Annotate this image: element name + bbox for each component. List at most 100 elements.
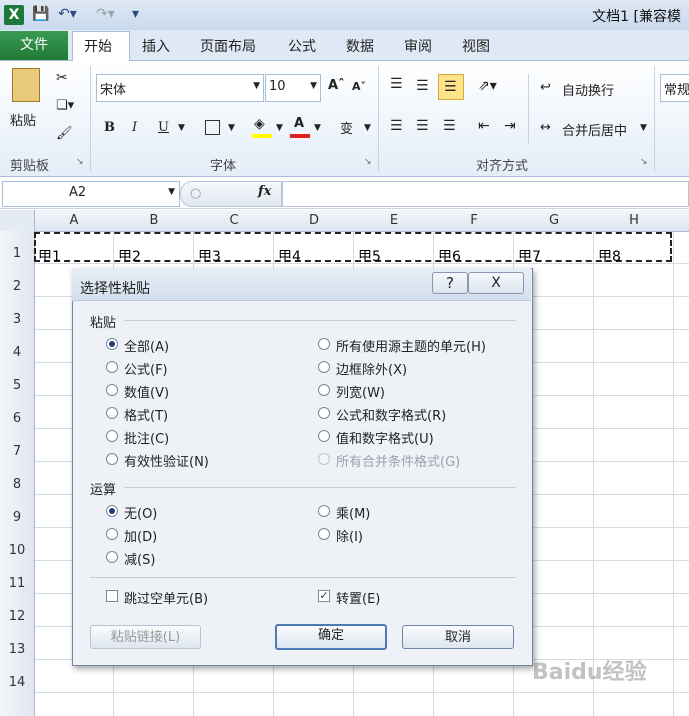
decrease-indent-icon[interactable]: ⇤ [478,118,490,134]
chevron-down-icon[interactable]: ▼ [178,123,185,133]
chevron-down-icon[interactable]: ▼ [364,123,371,133]
option-comments-label[interactable]: 批注(C) [124,428,169,447]
column-header-b[interactable]: B [114,213,194,228]
radio-formulas-number-formats[interactable] [318,407,330,419]
row-header-12[interactable]: 12 [0,609,34,624]
font-size-box[interactable]: 10 ▼ [265,74,321,102]
row-header-10[interactable]: 10 [0,543,34,558]
option-op-multiply-label[interactable]: 乘(M) [336,503,370,522]
cancel-button[interactable]: 取消 [402,625,514,649]
clipboard-dialog-launcher-icon[interactable]: ↘ [76,157,84,167]
option-op-add-label[interactable]: 加(D) [124,526,157,545]
radio-op-none[interactable] [106,505,118,517]
align-right-icon[interactable]: ☰ [443,118,456,134]
tab-data[interactable]: 数据 [346,36,374,56]
column-header-e[interactable]: E [354,213,434,228]
radio-all[interactable] [106,338,118,350]
option-op-subtract-label[interactable]: 减(S) [124,549,155,568]
chevron-down-icon[interactable]: ▼ [168,187,175,197]
fill-color-icon[interactable]: ◈ [254,116,265,132]
radio-column-widths[interactable] [318,384,330,396]
align-left-icon[interactable]: ☰ [390,118,403,134]
insert-function-icon[interactable]: fx [258,184,271,199]
ok-button[interactable]: 确定 [275,624,387,650]
radio-op-divide[interactable] [318,528,330,540]
tab-view[interactable]: 视图 [462,36,490,56]
border-icon[interactable] [205,120,220,135]
option-column-widths-label[interactable]: 列宽(W) [336,382,385,401]
alignment-dialog-launcher-icon[interactable]: ↘ [640,157,648,167]
tab-insert[interactable]: 插入 [142,36,170,56]
column-header-d[interactable]: D [274,213,354,228]
skip-blanks-label[interactable]: 跳过空单元(B) [124,588,208,607]
undo-icon[interactable]: ↶▾ [58,6,77,22]
row-header-1[interactable]: 1 [0,246,34,261]
option-except-borders-label[interactable]: 边框除外(X) [336,359,407,378]
radio-validation[interactable] [106,453,118,465]
tab-file[interactable]: 文件 [0,31,68,60]
cell-c1[interactable]: 甲3 [198,246,221,266]
row-header-13[interactable]: 13 [0,642,34,657]
increase-indent-icon[interactable]: ⇥ [504,118,516,134]
redo-icon[interactable]: ↷▾ [96,6,115,22]
chevron-down-icon[interactable]: ▼ [253,81,260,91]
italic-button[interactable]: I [132,120,137,135]
cell-d1[interactable]: 甲4 [278,246,301,266]
chevron-down-icon[interactable]: ▼ [640,123,647,133]
middle-align-icon[interactable]: ☰ [416,78,429,94]
row-header-6[interactable]: 6 [0,411,34,426]
cell-b1[interactable]: 甲2 [118,246,141,266]
radio-except-borders[interactable] [318,361,330,373]
option-values-label[interactable]: 数值(V) [124,382,169,401]
row-header-5[interactable]: 5 [0,378,34,393]
cell-g1[interactable]: 甲7 [518,246,541,266]
orientation-icon[interactable]: ⇗▾ [478,78,497,94]
bold-button[interactable]: B [104,120,115,135]
copy-icon[interactable]: ❏▾ [56,98,74,113]
option-all-source-theme-label[interactable]: 所有使用源主题的单元(H) [336,336,486,355]
grow-font-icon[interactable]: Aˆ [328,78,345,93]
row-header-9[interactable]: 9 [0,510,34,525]
merge-center-button[interactable]: 合并后居中 [562,120,627,139]
radio-op-multiply[interactable] [318,505,330,517]
close-icon[interactable]: X [468,272,524,294]
paste-button-label[interactable]: 粘贴 [10,110,36,129]
cut-icon[interactable]: ✂ [56,70,68,86]
option-all-label[interactable]: 全部(A) [124,336,169,355]
radio-formulas[interactable] [106,361,118,373]
number-format-box[interactable]: 常规 [660,74,689,102]
font-name-box[interactable]: 宋体 ▼ [96,74,264,102]
radio-op-add[interactable] [106,528,118,540]
radio-values[interactable] [106,384,118,396]
option-validation-label[interactable]: 有效性验证(N) [124,451,209,470]
column-header-g[interactable]: G [514,213,594,228]
font-color-icon[interactable]: A [294,116,304,131]
name-box[interactable]: A2 ▼ [2,181,180,207]
cell-f1[interactable]: 甲6 [438,246,461,266]
row-header-2[interactable]: 2 [0,279,34,294]
option-values-number-formats-label[interactable]: 值和数字格式(U) [336,428,434,447]
row-header-7[interactable]: 7 [0,444,34,459]
option-formulas-label[interactable]: 公式(F) [124,359,168,378]
radio-values-number-formats[interactable] [318,430,330,442]
row-header-14[interactable]: 14 [0,675,34,690]
option-op-divide-label[interactable]: 除(I) [336,526,363,545]
align-center-icon[interactable]: ☰ [416,118,429,134]
help-icon[interactable]: ? [432,272,468,294]
radio-formats[interactable] [106,407,118,419]
column-header-c[interactable]: C [194,213,274,228]
shrink-font-icon[interactable]: Aˇ [352,80,366,93]
formula-input[interactable] [282,181,689,207]
option-op-none-label[interactable]: 无(O) [124,503,157,522]
font-dialog-launcher-icon[interactable]: ↘ [364,157,372,167]
radio-op-subtract[interactable] [106,551,118,563]
row-header-4[interactable]: 4 [0,345,34,360]
column-header-f[interactable]: F [434,213,514,228]
column-header-a[interactable]: A [34,213,114,228]
tab-page-layout[interactable]: 页面布局 [200,36,256,56]
save-icon[interactable]: 💾 [32,6,49,22]
transpose-checkbox[interactable]: ✓ [318,590,330,602]
tab-home[interactable]: 开始 [84,36,112,56]
chevron-down-icon[interactable]: ▼ [314,123,321,133]
format-painter-icon[interactable]: 🖌 [56,126,73,141]
